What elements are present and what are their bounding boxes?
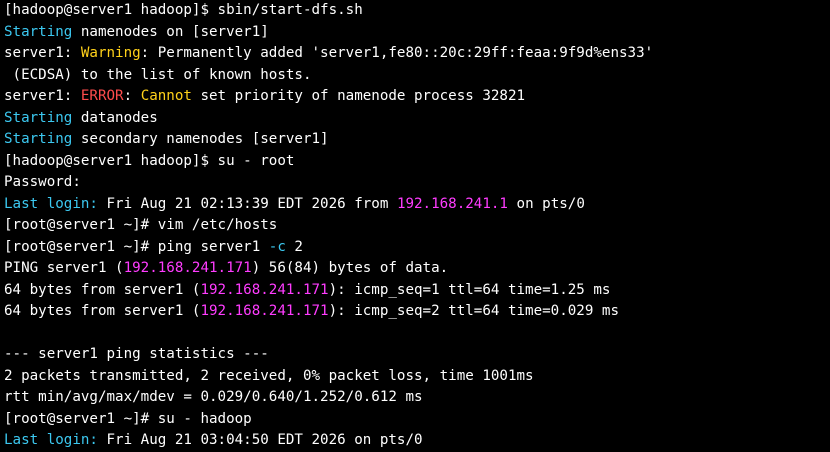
terminal-line: Last login: Fri Aug 21 02:13:39 EDT 2026… [4, 194, 826, 216]
terminal-text-segment: 2 [285, 238, 303, 255]
terminal-line: Starting datanodes [4, 108, 826, 130]
terminal-text-segment: Fri Aug 21 02:13:39 EDT 2026 from [97, 195, 397, 212]
terminal-text-segment: on pts/0 [507, 195, 585, 212]
terminal-text-segment: set priority of namenode process 32821 [191, 88, 526, 104]
terminal-output: [hadoop@server1 hadoop]$ sbin/start-dfs.… [4, 0, 826, 452]
terminal-text-segment: Password: [4, 174, 81, 190]
terminal-line: (ECDSA) to the list of known hosts. [4, 65, 826, 87]
terminal-line: Last login: Fri Aug 21 03:04:50 EDT 2026… [4, 430, 826, 452]
terminal-text-segment: 2 packets transmitted, 2 received, 0% pa… [4, 367, 534, 384]
terminal-text-segment: ) 56(84) bytes of data. [251, 260, 449, 276]
terminal-line: [root@server1 ~]# ping server1 -c 2 [4, 237, 826, 259]
terminal-text-segment: secondary namenodes [server1] [72, 131, 329, 147]
terminal-text-segment: 192.168.241.171 [200, 303, 329, 319]
terminal-line: [root@server1 ~]# vim /etc/hosts [4, 215, 826, 237]
terminal-text-segment: Last login: [4, 195, 98, 212]
terminal-text-segment: [hadoop@server1 hadoop]$ su - root [4, 152, 295, 169]
terminal-text-segment: : Permanently added 'server1,fe80::20c:2… [140, 45, 654, 61]
terminal-text-segment: --- server1 ping statistics --- [4, 346, 269, 362]
terminal-text-segment: 192.168.241.1 [396, 195, 508, 212]
terminal-line: Password: [4, 172, 826, 194]
terminal-line: 2 packets transmitted, 2 received, 0% pa… [4, 366, 826, 388]
terminal-text-segment: [root@server1 ~]# vim /etc/hosts [4, 217, 278, 233]
terminal-text-segment: : [123, 88, 141, 104]
terminal-text-segment: server1: [4, 45, 81, 61]
terminal-line: Starting namenodes on [server1] [4, 22, 826, 44]
terminal-text-segment: -c [268, 238, 286, 255]
terminal-text-segment: server1: [4, 88, 81, 104]
terminal-text-segment: [hadoop@server1 hadoop]$ sbin/start-dfs.… [4, 2, 363, 18]
terminal-text-segment: Last login: [4, 432, 98, 448]
terminal-text-segment: (ECDSA) to the list of known hosts. [4, 66, 312, 83]
terminal-line: Starting secondary namenodes [server1] [4, 129, 826, 151]
terminal-line: [root@server1 ~]# su - hadoop [4, 409, 826, 431]
terminal-text-segment: Starting [4, 23, 73, 40]
terminal-line: rtt min/avg/max/mdev = 0.029/0.640/1.252… [4, 387, 826, 409]
terminal-text-segment: Fri Aug 21 03:04:50 EDT 2026 on pts/0 [97, 432, 423, 448]
terminal-text-segment: ): icmp_seq=1 ttl=64 time=1.25 ms [328, 281, 611, 298]
terminal-text-segment: 192.168.241.171 [200, 281, 329, 298]
terminal-text-segment: ): icmp_seq=2 ttl=64 time=0.029 ms [328, 303, 620, 319]
terminal-line: 64 bytes from server1 (192.168.241.171):… [4, 301, 826, 323]
terminal-text-segment: Cannot [140, 88, 192, 104]
terminal-text-segment: rtt min/avg/max/mdev = 0.029/0.640/1.252… [4, 389, 423, 405]
terminal-line: --- server1 ping statistics --- [4, 344, 826, 366]
terminal-line: [hadoop@server1 hadoop]$ sbin/start-dfs.… [4, 0, 826, 22]
terminal-line: server1: Warning: Permanently added 'ser… [4, 43, 826, 65]
terminal-text-segment: Starting [4, 109, 73, 126]
terminal-text-segment: 64 bytes from server1 ( [4, 281, 201, 298]
terminal-text-segment: 64 bytes from server1 ( [4, 303, 201, 319]
terminal-text-segment: PING server1 ( [4, 260, 124, 276]
terminal-text-segment: ERROR [80, 88, 124, 104]
terminal-line: PING server1 (192.168.241.171) 56(84) by… [4, 258, 826, 280]
terminal-line: [hadoop@server1 hadoop]$ su - root [4, 151, 826, 173]
terminal-text-segment: 192.168.241.171 [123, 260, 252, 276]
terminal-text-segment: Warning [80, 45, 141, 61]
terminal-text-segment: [root@server1 ~]# ping server1 [4, 238, 269, 255]
terminal-line: 64 bytes from server1 (192.168.241.171):… [4, 280, 826, 302]
terminal-window[interactable]: [hadoop@server1 hadoop]$ sbin/start-dfs.… [0, 0, 830, 452]
terminal-text-segment: datanodes [72, 109, 158, 126]
terminal-line: server1: ERROR: Cannot set priority of n… [4, 86, 826, 108]
terminal-text-segment: Starting [4, 131, 73, 147]
terminal-text-segment: namenodes on [server1] [72, 23, 269, 40]
terminal-text-segment: [root@server1 ~]# su - hadoop [4, 410, 252, 427]
